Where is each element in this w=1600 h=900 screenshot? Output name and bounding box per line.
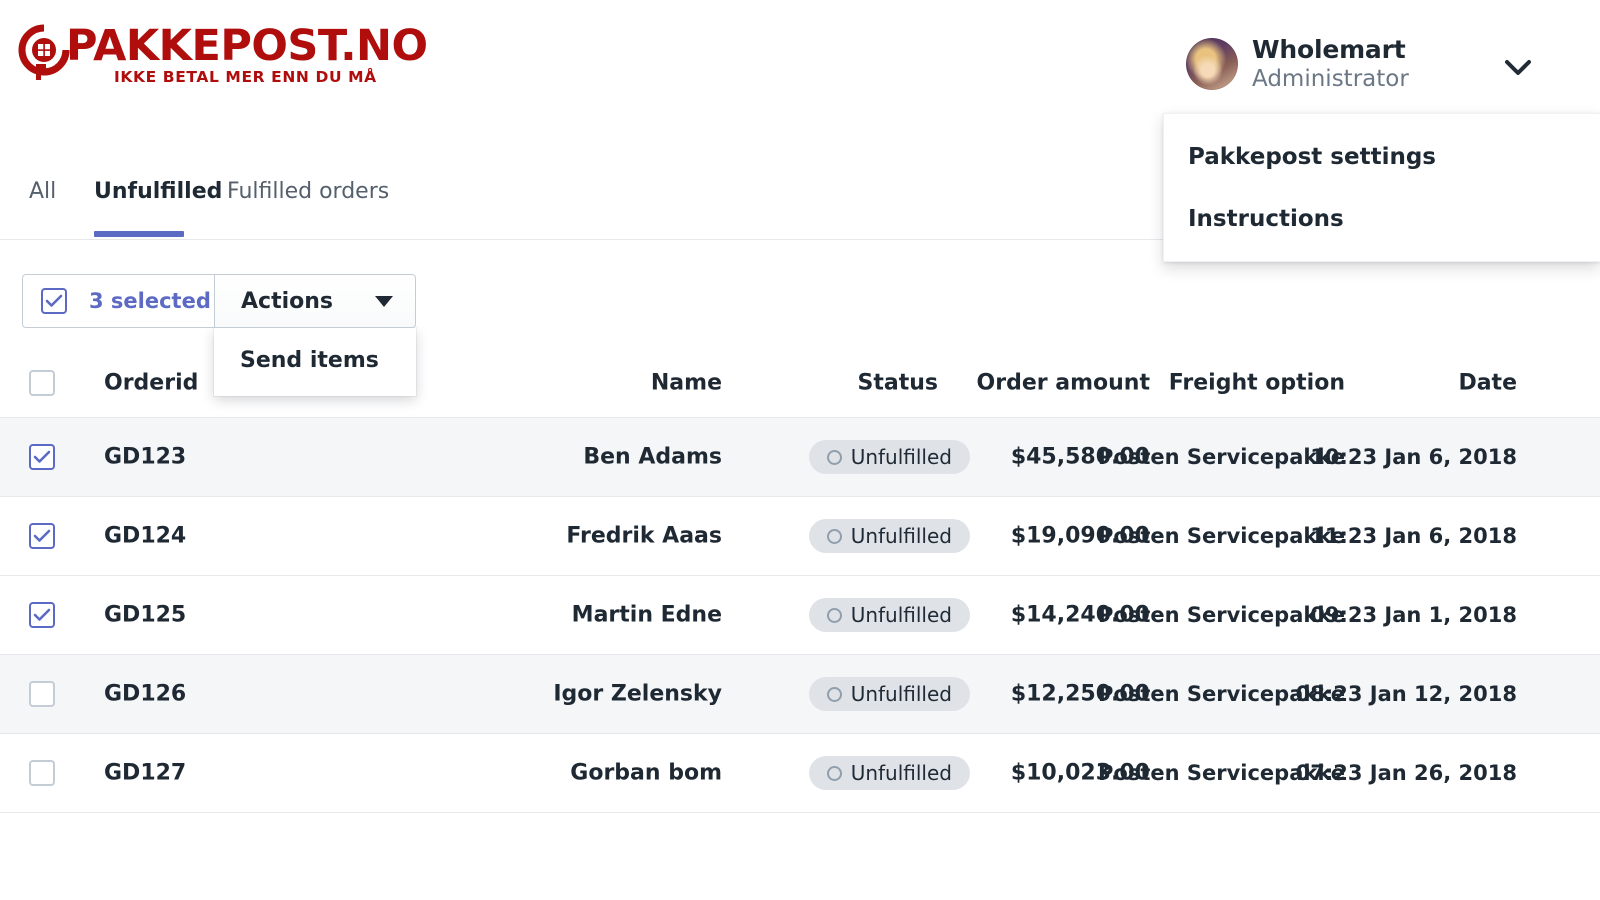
- column-header-orderid[interactable]: Orderid: [104, 370, 198, 395]
- cell-name: Fredrik Aaas: [566, 524, 722, 549]
- row-checkbox[interactable]: [29, 444, 55, 470]
- status-circle-icon: [827, 450, 842, 465]
- table-row[interactable]: GD127 Gorban bom Unfulfilled $10,023.00 …: [0, 734, 1600, 813]
- checkbox-box: [29, 602, 55, 628]
- actions-button-label: Actions: [241, 289, 333, 314]
- cell-date: 08:23 Jan 12, 2018: [1296, 682, 1517, 706]
- row-checkbox[interactable]: [29, 681, 55, 707]
- status-circle-icon: [827, 529, 842, 544]
- orders-table: Orderid Name Status Order amount Freight…: [0, 348, 1600, 813]
- cell-date: 07:23 Jan 26, 2018: [1296, 761, 1517, 785]
- user-dropdown-menu[interactable]: Pakkepost settings Instructions: [1163, 113, 1600, 262]
- checkbox-box: [29, 760, 55, 786]
- user-menu-toggle[interactable]: [1502, 58, 1534, 82]
- checkbox-box: [29, 370, 55, 396]
- status-circle-icon: [827, 687, 842, 702]
- column-header-order-amount[interactable]: Order amount: [977, 370, 1150, 395]
- cell-name: Igor Zelensky: [553, 682, 722, 707]
- tab-unfulfilled[interactable]: Unfulfilled: [94, 168, 222, 240]
- cell-status: Unfulfilled: [809, 519, 970, 553]
- avatar: [1186, 38, 1238, 90]
- caret-down-icon: [375, 296, 393, 307]
- cell-date: 11:23 Jan 6, 2018: [1310, 524, 1517, 548]
- column-header-name[interactable]: Name: [651, 370, 722, 395]
- cell-status: Unfulfilled: [809, 756, 970, 790]
- cell-orderid: GD126: [104, 682, 186, 707]
- row-checkbox[interactable]: [29, 523, 55, 549]
- cell-name: Gorban bom: [570, 761, 722, 786]
- pakkepost-logo-icon: [14, 24, 70, 86]
- column-header-status[interactable]: Status: [858, 370, 938, 395]
- tab-fulfilled-orders[interactable]: Fulfilled orders: [227, 168, 389, 240]
- status-badge: Unfulfilled: [809, 598, 970, 632]
- menu-item-instructions[interactable]: Instructions: [1188, 206, 1344, 232]
- app-root: PAKKEPOST.NO IKKE BETAL MER ENN DU MÅ Wh…: [0, 0, 1600, 900]
- user-identity: Wholemart Administrator: [1252, 36, 1409, 93]
- bulk-select-group[interactable]: 3 selected: [23, 275, 215, 327]
- status-circle-icon: [827, 766, 842, 781]
- checkbox-box: [29, 681, 55, 707]
- actions-dropdown-menu[interactable]: Send items: [214, 328, 416, 396]
- cell-name: Martin Edne: [572, 603, 722, 628]
- cell-freight-option: Posten Servicepakke: [1098, 524, 1345, 548]
- cell-orderid: GD123: [104, 445, 186, 470]
- column-header-freight-option[interactable]: Freight option: [1169, 370, 1345, 395]
- status-badge-label: Unfulfilled: [851, 603, 952, 627]
- table-row[interactable]: GD126 Igor Zelensky Unfulfilled $12,250.…: [0, 655, 1600, 734]
- user-menu[interactable]: Wholemart Administrator: [1186, 36, 1409, 93]
- checkbox-box: [29, 523, 55, 549]
- cell-orderid: GD124: [104, 524, 186, 549]
- tab-fulfilled-orders-label: Fulfilled orders: [227, 168, 389, 212]
- user-name: Wholemart: [1252, 36, 1409, 64]
- bulk-actions-bar: 3 selected Actions: [22, 274, 416, 328]
- user-role: Administrator: [1252, 67, 1409, 93]
- cell-orderid: GD127: [104, 761, 186, 786]
- status-badge-label: Unfulfilled: [851, 682, 952, 706]
- status-badge: Unfulfilled: [809, 440, 970, 474]
- status-badge-label: Unfulfilled: [851, 524, 952, 548]
- menu-item-pakkepost-settings[interactable]: Pakkepost settings: [1188, 144, 1436, 170]
- cell-date: 09:23 Jan 1, 2018: [1310, 603, 1517, 627]
- selected-count-label: 3 selected: [89, 289, 211, 313]
- cell-status: Unfulfilled: [809, 598, 970, 632]
- status-badge-label: Unfulfilled: [851, 445, 952, 469]
- table-row[interactable]: GD125 Martin Edne Unfulfilled $14,240.00…: [0, 576, 1600, 655]
- status-badge: Unfulfilled: [809, 677, 970, 711]
- table-row[interactable]: GD123 Ben Adams Unfulfilled $45,580.00 P…: [0, 418, 1600, 497]
- cell-status: Unfulfilled: [809, 677, 970, 711]
- logo-title: PAKKEPOST.NO: [66, 24, 428, 68]
- status-badge: Unfulfilled: [809, 756, 970, 790]
- cell-status: Unfulfilled: [809, 440, 970, 474]
- tab-unfulfilled-label: Unfulfilled: [94, 168, 222, 212]
- logo-tagline: IKKE BETAL MER ENN DU MÅ: [114, 69, 428, 86]
- cell-freight-option: Posten Servicepakke: [1098, 445, 1345, 469]
- cell-freight-option: Posten Servicepakke: [1098, 603, 1345, 627]
- cell-orderid: GD125: [104, 603, 186, 628]
- row-checkbox[interactable]: [29, 760, 55, 786]
- table-row[interactable]: GD124 Fredrik Aaas Unfulfilled $19,090.0…: [0, 497, 1600, 576]
- chevron-down-icon: [1504, 59, 1532, 82]
- cell-name: Ben Adams: [583, 445, 722, 470]
- actions-button[interactable]: Actions: [215, 275, 415, 327]
- status-badge: Unfulfilled: [809, 519, 970, 553]
- header-select-all-checkbox[interactable]: [29, 370, 55, 396]
- menu-item-send-items[interactable]: Send items: [240, 348, 379, 373]
- column-header-date[interactable]: Date: [1458, 370, 1517, 395]
- brand-logo[interactable]: PAKKEPOST.NO IKKE BETAL MER ENN DU MÅ: [14, 24, 428, 86]
- tab-all[interactable]: All: [29, 168, 56, 240]
- row-checkbox[interactable]: [29, 602, 55, 628]
- checkbox-box: [29, 444, 55, 470]
- active-tab-indicator: [94, 231, 184, 237]
- select-all-checkbox[interactable]: [41, 288, 67, 314]
- status-circle-icon: [827, 608, 842, 623]
- tab-all-label: All: [29, 168, 56, 212]
- status-badge-label: Unfulfilled: [851, 761, 952, 785]
- cell-date: 10:23 Jan 6, 2018: [1310, 445, 1517, 469]
